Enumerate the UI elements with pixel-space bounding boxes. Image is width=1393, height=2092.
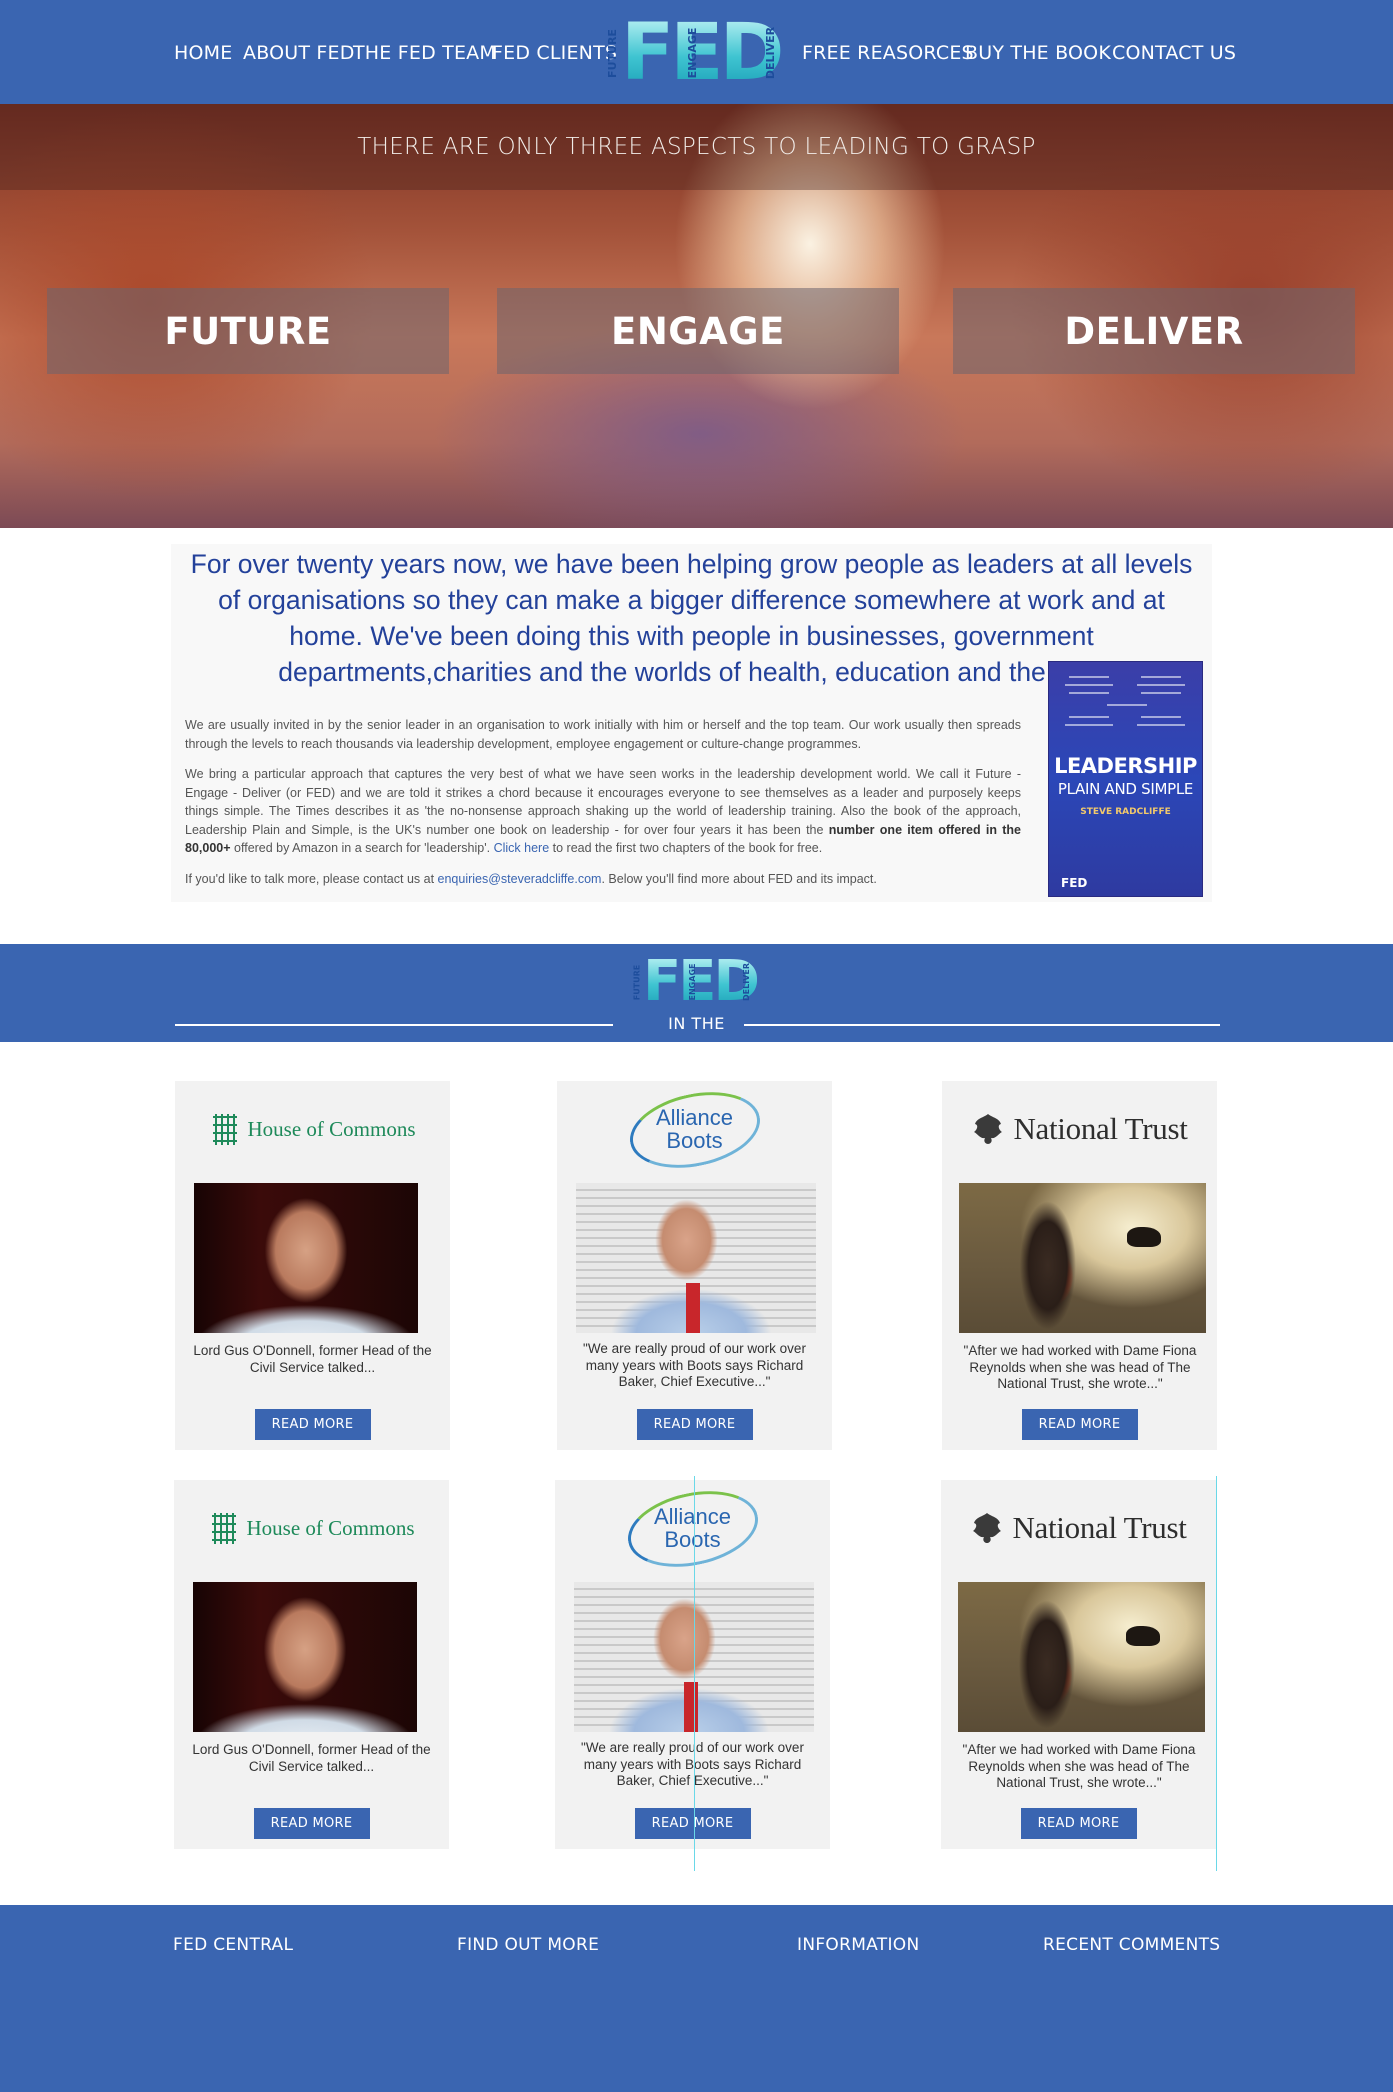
layout-guide-line	[694, 1476, 695, 1871]
hero-tagline: THERE ARE ONLY THREE ASPECTS TO LEADING …	[357, 134, 1036, 160]
intro-body: We are usually invited in by the senior …	[185, 716, 1021, 900]
card-caption: "We are really proud of our work over ma…	[583, 1341, 806, 1389]
photo-fiona-reynolds	[959, 1183, 1206, 1333]
footer: FED CENTRAL FIND OUT MORE INFORMATION RE…	[0, 1905, 1393, 2092]
nav-buy-the-book[interactable]: BUY THE BOOK	[965, 42, 1111, 64]
intro-p3-text-2: . Below you'll find more about FED and i…	[601, 871, 877, 886]
nav-the-fed-team[interactable]: THE FED TEAM	[353, 42, 496, 64]
photo-fiona-reynolds	[958, 1582, 1205, 1732]
press-card-national-trust: National Trust "After we had worked with…	[942, 1081, 1217, 1450]
logo-deliver-text: DELIVER	[764, 26, 777, 80]
read-more-button[interactable]: READ MORE	[1020, 1808, 1137, 1839]
press-card-house-of-commons-2: House of Commons Lord Gus O'Donnell, for…	[174, 1480, 449, 1849]
email-link[interactable]: enquiries@steveradcliffe.com	[438, 872, 602, 886]
card-caption: "After we had worked with Dame Fiona Rey…	[963, 1343, 1197, 1391]
card-caption: Lord Gus O'Donnell, former Head of the C…	[193, 1343, 432, 1375]
national-trust-text: National Trust	[1012, 1510, 1187, 1545]
intro-paragraph-2: We bring a particular approach that capt…	[185, 765, 1021, 858]
logo-fed-text: FED ENGAGE DELIVER	[621, 14, 801, 92]
footer-heading-find-out-more: FIND OUT MORE	[457, 1935, 600, 1955]
book-title: LEADERSHIP	[1054, 754, 1197, 778]
national-trust-text: National Trust	[1013, 1111, 1188, 1146]
press-card-alliance-boots-2: Alliance Boots "We are really proud of o…	[555, 1480, 830, 1849]
footer-heading-fed-central: FED CENTRAL	[173, 1935, 294, 1955]
in-the-fed-logo: FUTURE FED ENGAGE DELIVER	[631, 954, 760, 1010]
nav-free-resources[interactable]: FREE REASORCES	[802, 42, 974, 64]
band-logo-future-text: FUTURE	[632, 964, 642, 1000]
boots-text: Boots	[664, 1527, 721, 1552]
in-the-band: FUTURE FED ENGAGE DELIVER IN THE	[0, 944, 1393, 1042]
book-fed-badge: FED	[1061, 876, 1088, 890]
portcullis-icon	[212, 1114, 237, 1145]
top-navigation: HOME ABOUT FED THE FED TEAM FED CLIENTS …	[0, 0, 1393, 104]
alliance-boots-logo: Alliance Boots	[557, 1081, 832, 1179]
book-subtitle: PLAIN AND SIMPLE	[1057, 780, 1194, 798]
intro-p2-text-3: to read the first two chapters of the bo…	[549, 841, 823, 855]
house-of-commons-text: House of Commons	[247, 1116, 416, 1141]
layout-guide-line	[1216, 1476, 1217, 1871]
card-caption: "After we had worked with Dame Fiona Rey…	[962, 1742, 1196, 1790]
book-author: STEVE RADCLIFFE	[1080, 807, 1171, 817]
card-caption: Lord Gus O'Donnell, former Head of the C…	[192, 1742, 431, 1774]
logo-deliver-text: DELIVER	[742, 963, 751, 1001]
photo-gus-odonnell	[193, 1582, 417, 1732]
read-more-button[interactable]: READ MORE	[253, 1808, 370, 1839]
card-caption: "We are really proud of our work over ma…	[581, 1740, 804, 1788]
house-of-commons-text: House of Commons	[246, 1515, 415, 1540]
in-the-label: IN THE	[668, 1014, 725, 1033]
logo-future-text: FUTURE	[605, 28, 619, 78]
hero-banner: THERE ARE ONLY THREE ASPECTS TO LEADING …	[0, 104, 1393, 528]
logo-engage-text: ENGAGE	[686, 27, 699, 79]
book-cover[interactable]: LEADERSHIP PLAIN AND SIMPLE STEVE RADCLI…	[1048, 661, 1203, 897]
press-card-house-of-commons: House of Commons Lord Gus O'Donnell, for…	[175, 1081, 450, 1450]
book-cover-quotes	[1059, 670, 1194, 740]
photo-gus-odonnell	[194, 1183, 418, 1333]
photo-richard-baker	[576, 1183, 816, 1333]
nav-home[interactable]: HOME	[174, 42, 232, 64]
intro-p3-text: If you'd like to talk more, please conta…	[185, 871, 438, 886]
nav-about-fed[interactable]: ABOUT FED	[243, 42, 355, 64]
boots-text: Boots	[666, 1128, 723, 1153]
press-card-alliance-boots: Alliance Boots "We are really proud of o…	[557, 1081, 832, 1450]
intro-paragraph-1: We are usually invited in by the senior …	[185, 718, 1021, 751]
hero-panel-future[interactable]: FUTURE	[47, 288, 449, 374]
read-more-button[interactable]: READ MORE	[254, 1409, 371, 1440]
footer-heading-recent-comments: RECENT COMMENTS	[1043, 1935, 1221, 1955]
alliance-boots-logo: Alliance Boots	[555, 1480, 830, 1578]
footer-heading-information: INFORMATION	[797, 1935, 920, 1955]
portcullis-icon	[211, 1513, 236, 1544]
read-more-button[interactable]: READ MORE	[634, 1808, 751, 1839]
band-logo-fed-text: FED ENGAGE DELIVER	[643, 954, 760, 1010]
intro-paragraph-3: If you'd like to talk more, please conta…	[185, 870, 1021, 889]
national-trust-logo: National Trust	[941, 1498, 1216, 1558]
read-more-button[interactable]: READ MORE	[1021, 1409, 1138, 1440]
fed-logo[interactable]: FUTURE FED ENGAGE DELIVER	[603, 14, 801, 92]
hero-panel-deliver[interactable]: DELIVER	[953, 288, 1355, 374]
national-trust-logo: National Trust	[942, 1099, 1217, 1159]
house-of-commons-logo: House of Commons	[174, 1498, 449, 1558]
nav-fed-clients[interactable]: FED CLIENTS	[492, 42, 617, 64]
click-here-link[interactable]: Click here	[494, 841, 550, 855]
hero-panel-engage[interactable]: ENGAGE	[497, 288, 899, 374]
read-more-button[interactable]: READ MORE	[636, 1409, 753, 1440]
intro-p2-text-2: offered by Amazon in a search for 'leade…	[230, 841, 494, 855]
nav-contact-us[interactable]: CONTACT US	[1112, 42, 1236, 64]
oak-leaf-icon	[973, 1513, 1002, 1543]
intro-section: For over twenty years now, we have been …	[171, 544, 1212, 902]
logo-engage-text: ENGAGE	[688, 963, 697, 1001]
house-of-commons-logo: House of Commons	[175, 1099, 450, 1159]
press-card-national-trust-2: National Trust "After we had worked with…	[941, 1480, 1216, 1849]
oak-leaf-icon	[974, 1114, 1003, 1144]
